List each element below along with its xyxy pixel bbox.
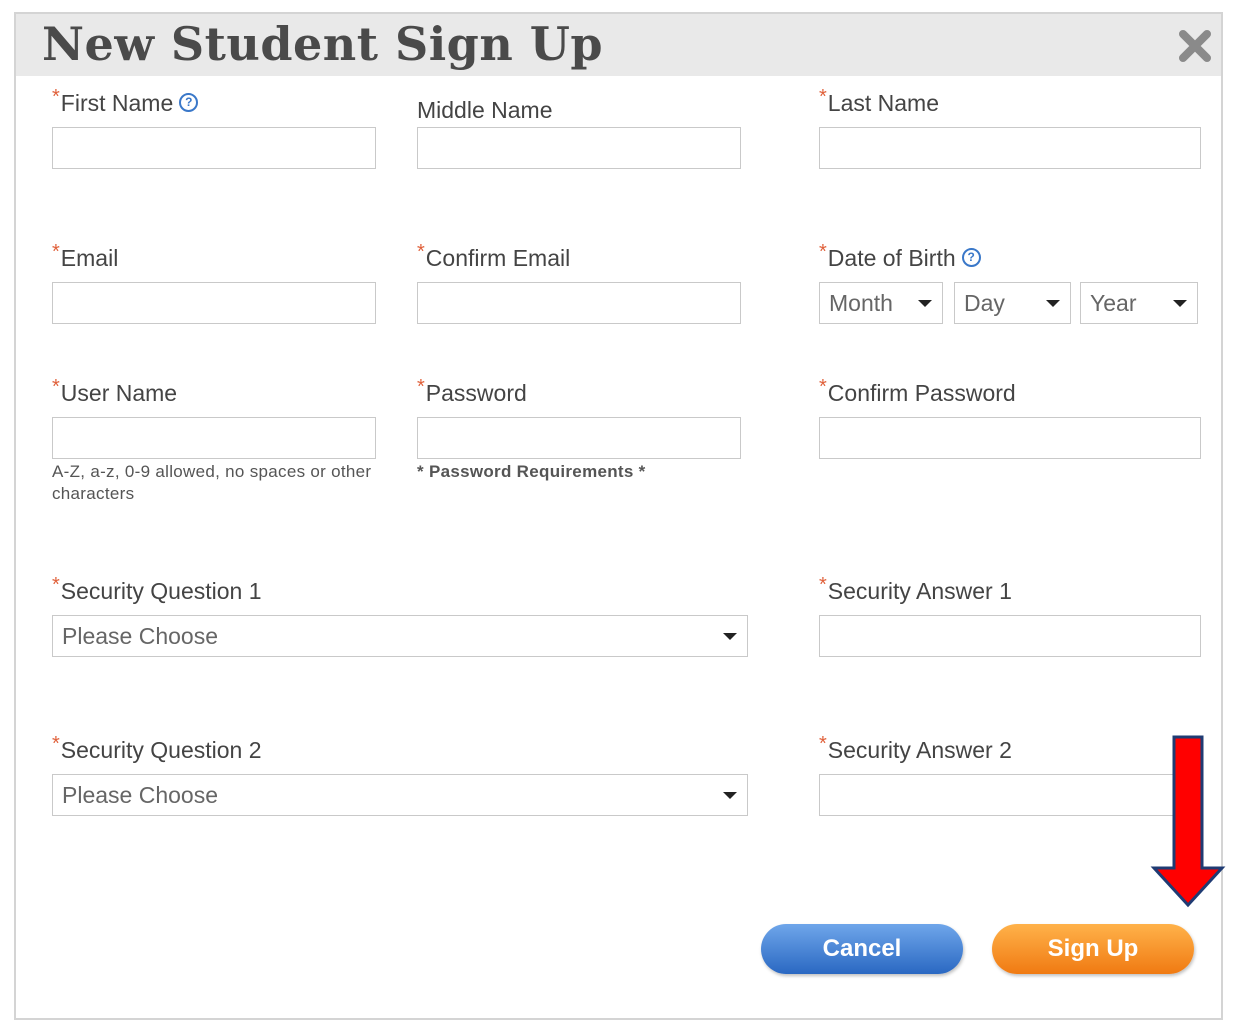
required-asterisk: * <box>819 733 827 755</box>
required-asterisk: * <box>52 733 60 755</box>
security-question-2-label: *Security Question 2 <box>52 733 262 763</box>
required-asterisk: * <box>417 376 425 398</box>
chevron-down-icon <box>723 633 737 640</box>
security-answer-2-input[interactable] <box>819 774 1201 816</box>
email-label: *Email <box>52 241 119 271</box>
password-input[interactable] <box>417 417 741 459</box>
dob-day-value: Day <box>964 290 1005 316</box>
required-asterisk: * <box>819 86 827 108</box>
dob-day-select[interactable]: Day <box>954 282 1071 324</box>
security-question-1-select[interactable]: Please Choose <box>52 615 748 657</box>
first-name-input[interactable] <box>52 127 376 169</box>
help-icon[interactable]: ? <box>961 248 981 267</box>
security-question-2-select[interactable]: Please Choose <box>52 774 748 816</box>
security-answer-1-label: *Security Answer 1 <box>819 574 1012 604</box>
user-name-input[interactable] <box>52 417 376 459</box>
security-question-1-label: *Security Question 1 <box>52 574 262 604</box>
security-answer-2-label: *Security Answer 2 <box>819 733 1012 763</box>
security-question-1-value: Please Choose <box>62 623 218 649</box>
required-asterisk: * <box>417 241 425 263</box>
required-asterisk: * <box>819 574 827 596</box>
confirm-email-label: *Confirm Email <box>417 241 571 271</box>
dialog-titlebar: New Student Sign Up <box>16 14 1221 76</box>
required-asterisk: * <box>52 574 60 596</box>
last-name-input[interactable] <box>819 127 1201 169</box>
dob-month-select[interactable]: Month <box>819 282 943 324</box>
dob-year-select[interactable]: Year <box>1080 282 1198 324</box>
security-answer-1-input[interactable] <box>819 615 1201 657</box>
required-asterisk: * <box>52 241 60 263</box>
dob-month-value: Month <box>829 290 893 316</box>
confirm-email-input[interactable] <box>417 282 741 324</box>
annotation-arrow-icon <box>1150 735 1226 908</box>
dob-year-value: Year <box>1090 290 1137 316</box>
last-name-label: *Last Name <box>819 86 940 116</box>
password-requirements-link[interactable]: * Password Requirements * <box>417 461 646 483</box>
sign-up-button[interactable]: Sign Up <box>992 924 1194 974</box>
chevron-down-icon <box>1173 300 1187 307</box>
password-label: *Password <box>417 376 527 406</box>
middle-name-input[interactable] <box>417 127 741 169</box>
user-name-hint: A-Z, a-z, 0-9 allowed, no spaces or othe… <box>52 462 372 503</box>
close-icon[interactable] <box>1175 26 1215 66</box>
security-question-2-value: Please Choose <box>62 782 218 808</box>
dialog-title: New Student Sign Up <box>42 17 604 71</box>
required-asterisk: * <box>52 376 60 398</box>
date-of-birth-label: *Date of Birth? <box>819 241 981 272</box>
user-name-label: *User Name <box>52 376 178 406</box>
required-asterisk: * <box>819 241 827 263</box>
middle-name-label: Middle Name <box>417 97 553 123</box>
chevron-down-icon <box>1046 300 1060 307</box>
confirm-password-label: *Confirm Password <box>819 376 1016 406</box>
confirm-password-input[interactable] <box>819 417 1201 459</box>
help-icon[interactable]: ? <box>179 93 199 112</box>
email-input[interactable] <box>52 282 376 324</box>
chevron-down-icon <box>723 792 737 799</box>
required-asterisk: * <box>52 86 60 108</box>
first-name-label: *First Name? <box>52 86 199 117</box>
cancel-button[interactable]: Cancel <box>761 924 963 974</box>
required-asterisk: * <box>819 376 827 398</box>
chevron-down-icon <box>918 300 932 307</box>
